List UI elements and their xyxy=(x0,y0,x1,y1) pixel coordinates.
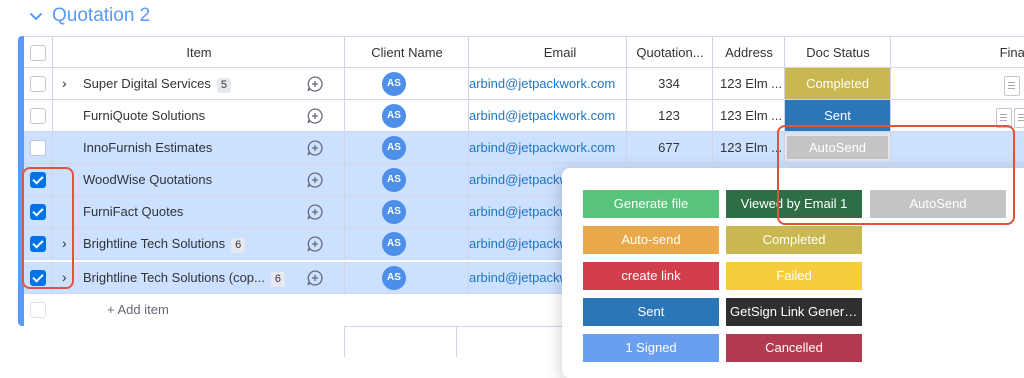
add-update-icon[interactable] xyxy=(306,203,324,221)
add-item-label[interactable]: + Add item xyxy=(107,294,169,326)
add-update-icon[interactable] xyxy=(306,139,324,157)
avatar[interactable]: AS xyxy=(382,200,406,224)
subitem-count: 5 xyxy=(216,78,232,93)
quotation-number[interactable]: 123 xyxy=(627,100,711,131)
item-name[interactable]: Super Digital Services 5 xyxy=(83,68,303,99)
address-value[interactable]: 123 Elm ... xyxy=(720,100,782,131)
item-name[interactable]: InnoFurnish Estimates xyxy=(83,132,303,163)
status-option-getsign-link-genera[interactable]: GetSign Link Genera... xyxy=(726,298,862,326)
subitem-count: 6 xyxy=(270,272,285,287)
row-checkbox[interactable] xyxy=(30,108,46,124)
column-header-address[interactable]: Address xyxy=(712,37,785,68)
add-update-icon[interactable] xyxy=(306,269,324,287)
email-link[interactable]: arbind@jetpackw xyxy=(469,228,569,259)
chevron-down-icon[interactable] xyxy=(28,8,44,24)
avatar[interactable]: AS xyxy=(382,266,406,290)
select-all-cell xyxy=(24,37,52,68)
file-icon[interactable] xyxy=(1004,76,1020,96)
table-row[interactable]: › Super Digital Services 5 AS arbind@jetpack… xyxy=(24,68,1024,100)
quotation-number[interactable]: 677 xyxy=(627,132,711,163)
row-checkbox[interactable] xyxy=(30,76,46,92)
email-link[interactable]: arbind@jetpackw xyxy=(469,262,569,293)
group-title[interactable]: Quotation 2 xyxy=(52,4,150,28)
item-name[interactable]: Brightline Tech Solutions (cop... 6 xyxy=(83,262,303,293)
email-link[interactable]: arbind@jetpackwork.com xyxy=(469,100,615,131)
quotation-number[interactable]: 334 xyxy=(627,68,711,99)
item-name[interactable]: FurniQuote Solutions xyxy=(83,100,303,131)
status-option-failed[interactable]: Failed xyxy=(726,262,862,290)
avatar[interactable]: AS xyxy=(382,72,406,96)
row-checkbox[interactable] xyxy=(30,140,46,156)
add-update-icon[interactable] xyxy=(306,107,324,125)
email-link[interactable]: arbind@jetpackwork.com xyxy=(469,68,615,99)
avatar[interactable]: AS xyxy=(382,136,406,160)
email-link[interactable]: arbind@jetpackwork.com xyxy=(469,132,615,163)
column-header-quotation[interactable]: Quotation... xyxy=(626,37,713,68)
status-option-create-link[interactable]: create link xyxy=(583,262,719,290)
avatar[interactable]: AS xyxy=(382,104,406,128)
item-name[interactable]: FurniFact Quotes xyxy=(83,196,303,227)
status-option-cancelled[interactable]: Cancelled xyxy=(726,334,862,362)
address-value[interactable]: 123 Elm ... xyxy=(720,68,782,99)
status-option-sent[interactable]: Sent xyxy=(583,298,719,326)
column-header-client-name[interactable]: Client Name xyxy=(344,37,469,68)
avatar[interactable]: AS xyxy=(382,232,406,256)
select-all-checkbox[interactable] xyxy=(30,45,46,61)
summary-footer xyxy=(344,326,584,357)
avatar[interactable]: AS xyxy=(382,168,406,192)
add-update-icon[interactable] xyxy=(306,171,324,189)
add-update-icon[interactable] xyxy=(306,235,324,253)
file-icon[interactable] xyxy=(1014,108,1024,128)
add-update-icon[interactable] xyxy=(306,75,324,93)
address-value[interactable]: 123 Elm ... xyxy=(720,132,782,163)
expand-chevron-icon[interactable]: › xyxy=(62,68,67,99)
status-option-1-signed[interactable]: 1 Signed xyxy=(583,334,719,362)
doc-status-label[interactable]: Completed xyxy=(785,68,890,99)
subitem-count: 6 xyxy=(231,238,246,253)
table-header: Item Client Name Email Quotation... Addr… xyxy=(24,36,1024,68)
highlight-autosend xyxy=(777,125,1015,225)
column-header-doc-status[interactable]: Doc Status xyxy=(784,37,891,68)
column-header-final-file[interactable]: Final f xyxy=(890,37,1024,68)
status-option-auto-send[interactable]: Auto-send xyxy=(583,226,719,254)
column-header-item[interactable]: Item xyxy=(52,37,345,68)
highlight-selected-checkboxes xyxy=(22,167,74,289)
status-option-completed[interactable]: Completed xyxy=(726,226,862,254)
add-item-checkbox xyxy=(30,302,46,318)
status-option-generate-file[interactable]: Generate file xyxy=(583,190,719,218)
email-link[interactable]: arbind@jetpackw xyxy=(469,196,569,227)
column-header-email[interactable]: Email xyxy=(468,37,651,68)
item-name[interactable]: Brightline Tech Solutions 6 xyxy=(83,228,303,259)
item-name[interactable]: WoodWise Quotations xyxy=(83,164,303,195)
add-item-row[interactable]: + Add item xyxy=(24,294,584,326)
email-link[interactable]: arbind@jetpackw xyxy=(469,164,569,195)
